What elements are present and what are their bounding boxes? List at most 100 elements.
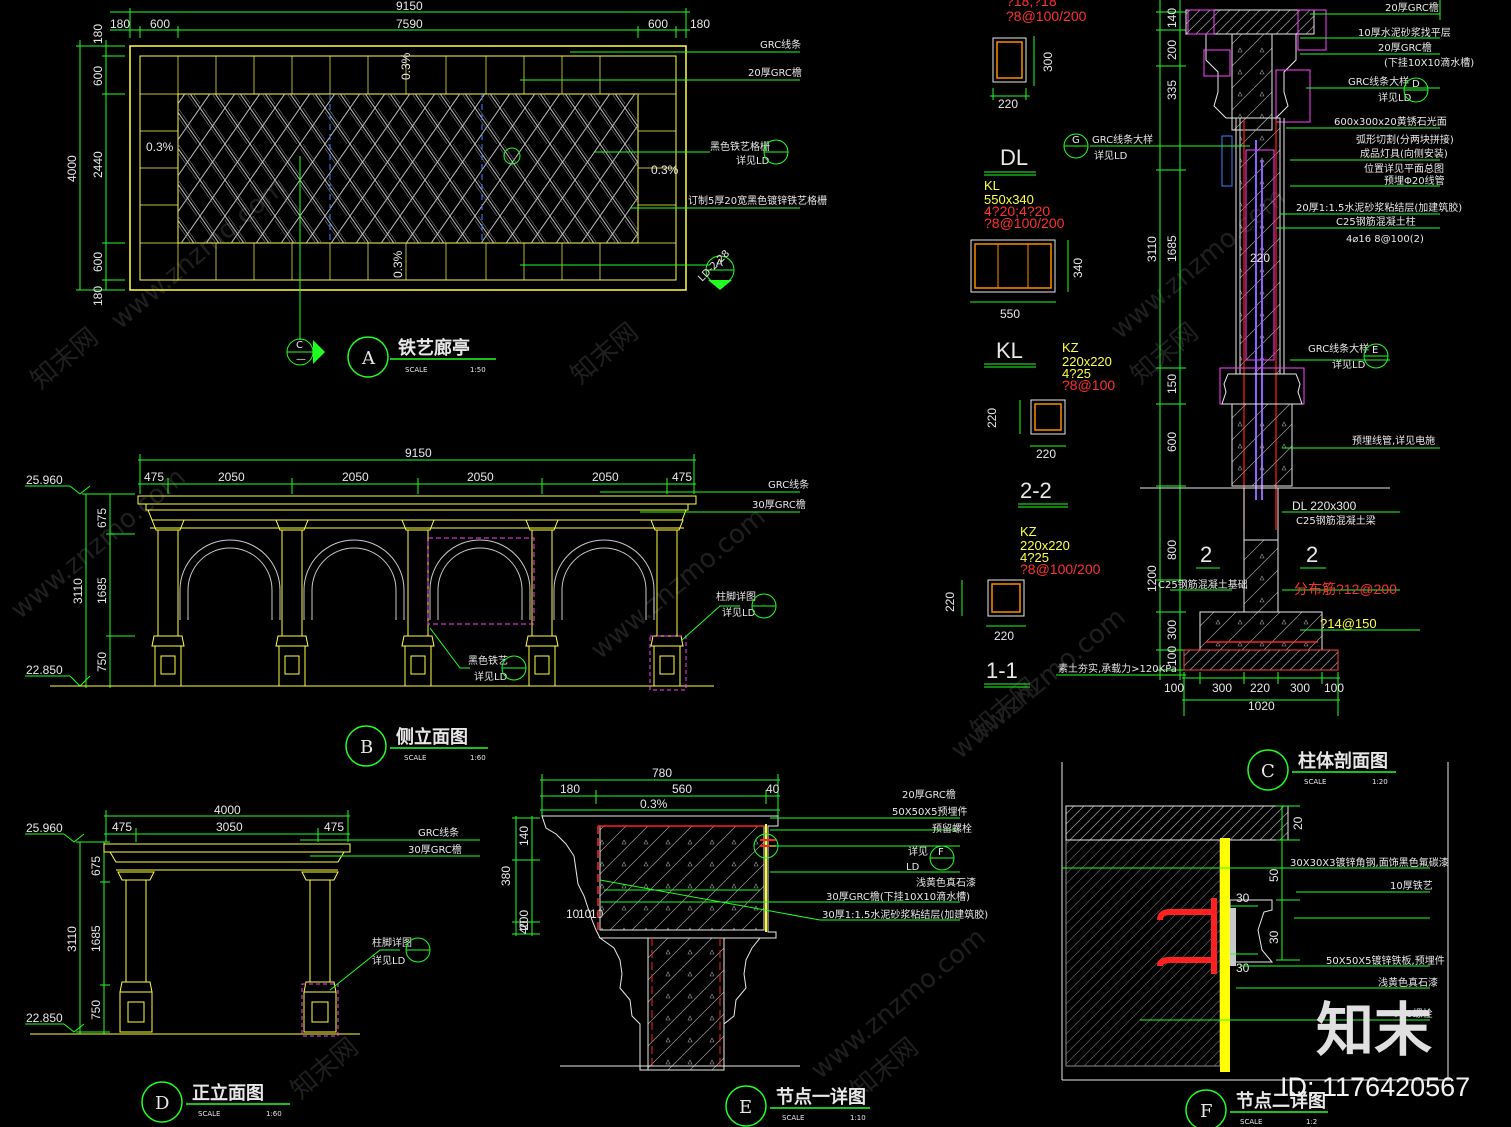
dim: 340 [1071,258,1085,278]
svg-text:SCALE: SCALE [782,1114,804,1122]
column-part [410,655,426,675]
dim: 2050 [592,470,619,484]
section-cut-mark: 2 [1306,542,1318,567]
watermark-text: www.znzmo.com [945,602,1131,765]
dim: 800 [1165,540,1179,560]
section-note: C25钢筋混凝土基础 [1158,578,1248,591]
elev-note: GRC线条 [418,826,459,839]
dim: 40 [766,782,780,796]
dim: 2050 [218,470,245,484]
dim: 4000 [65,155,79,182]
dim: 600 [648,17,668,31]
section-note: DL 220x300 [1292,499,1357,513]
elev-note: 详见LD [372,954,406,967]
node-note: 30厚GRC檐(下挂10X10滴水槽) [826,890,970,903]
dim: 180 [690,17,710,31]
svg-text:D: D [1412,79,1420,90]
node-note: 浅黄色真石漆 [1378,976,1438,989]
dim: 600 [91,252,105,272]
node-note: LD [906,862,920,873]
column-part [278,645,306,687]
dim: 475 [672,470,692,484]
svg-text:E: E [1372,345,1378,356]
section-note: 10厚水泥砂浆找平层 [1358,26,1451,39]
dim-total: 9150 [405,446,432,460]
dim-total: 4000 [214,803,241,817]
level-label: 25.960 [26,473,63,487]
plan-note: GRC线条 [760,38,801,51]
side-title: 侧立面图 [396,726,468,748]
node-note: 20厚GRC檐 [902,788,956,801]
section-note: C25钢筋混凝土梁 [1296,514,1376,527]
column-letter: C [1261,761,1275,782]
section-name: 1-1 [986,658,1018,683]
column-part [525,635,559,647]
column-part [534,655,550,675]
dim: 180 [91,286,105,306]
dim: 380 [499,866,513,886]
dim: 2440 [91,151,105,178]
front-elevation: 4000 475 3050 475 675 3110 1685 750 25.9… [25,803,480,1123]
beam-tag: KZ [1020,524,1037,539]
column-part [151,635,185,647]
dim: 750 [95,652,109,672]
dim: 100 [1324,681,1344,695]
svg-text:1:60: 1:60 [266,1110,282,1118]
svg-text:1:10: 1:10 [850,1114,866,1122]
dim: 475 [324,820,344,834]
plan-title: 铁艺廊亭 [398,337,470,359]
section-note: 预埋Φ20线管 [1384,174,1445,187]
dim: 200 [1165,40,1179,60]
dim: 220 [998,97,1018,111]
dim: 560 [672,782,692,796]
dim: 300 [1041,52,1055,72]
front-letter: D [155,1093,169,1114]
node-one-detail: 780 180 560 40 0.3% 140 380 200 40 10 10… [499,766,988,1127]
column-part [659,655,675,675]
dim: 220 [1250,251,1270,265]
dim: 3110 [71,578,85,604]
node-note: 预留螺栓 [932,822,972,835]
section-cut-mark: 2 [1200,542,1212,567]
elev-note: 柱脚详图 [716,590,756,603]
section-note: 分布筋?12@200 [1294,581,1397,597]
column-part [281,529,303,637]
level-label: 25.960 [26,821,63,835]
rebar-label: ?8@100/200 [1006,8,1087,24]
dim: 220 [985,408,999,428]
plan-note: 20厚GRC檐 [748,66,802,79]
column-part [157,529,179,637]
section-note: 预埋线管,详见电施 [1352,434,1435,447]
dim: 150 [1165,374,1179,394]
dim: 300 [1290,681,1310,695]
dim: 1200 [1145,565,1159,592]
node-note: 浅黄色真石漆 [916,876,976,889]
dim: 1685 [1165,235,1179,262]
elev-note: 详见LD [722,606,756,619]
node1-title-block: E 节点一详图 SCALE 1:10 [725,1085,870,1127]
section-note: 600x300x20黄锈石光面 [1334,115,1447,128]
logo-text: 知末 [1316,996,1432,1064]
svg-text:F: F [938,847,944,858]
slope-label: 0.3% [146,140,174,154]
cad-drawing-canvas: www.znzmo.com www.znzmo.com www.znzmo.co… [5,0,1474,1127]
column-part [528,645,556,687]
column-part [407,529,429,637]
node-note: 30X30X3镀锌角钢,面饰黑色氟碳漆 [1290,856,1449,869]
plan-note: 订制5厚20宽黑色镀锌铁艺格栅 [688,194,827,207]
dim: 50 [1267,868,1281,882]
slope-label: 0.3% [399,52,413,80]
watermark-brand: 知末网 [565,317,644,390]
dim: 675 [89,856,103,876]
beam-tag: KL [984,178,1000,193]
dim: 300 [1212,681,1232,695]
pavilion-plan: 9150 180 600 7590 600 180 180 600 4000 2… [65,0,827,378]
section-note: 成品灯具(向侧安装) [1360,147,1448,160]
column-part [650,635,684,647]
svg-text:LD-2-28: LD-2-28 [696,248,732,284]
node-note: 50X50X5预埋件 [892,806,968,818]
beam-tag: KZ [1062,340,1079,355]
column-title-block: C 柱体剖面图 SCALE 1:20 [1247,749,1396,791]
detail-callout-f: F [929,845,955,871]
section-name: 2-2 [1020,478,1052,503]
